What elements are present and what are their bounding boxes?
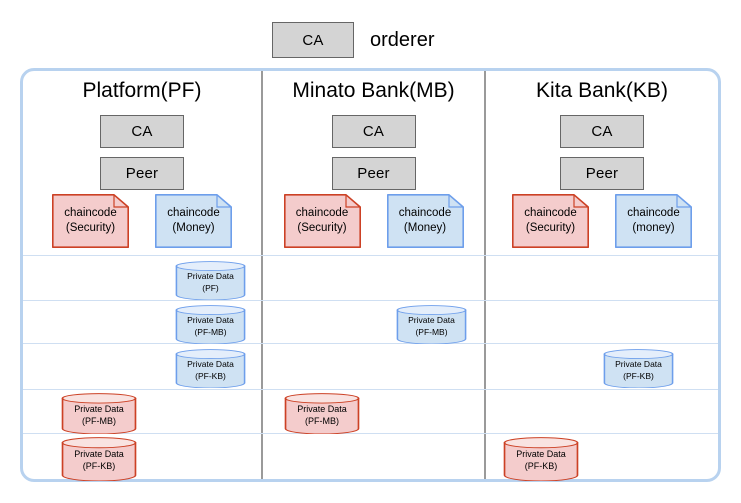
column-header-minato-bank: Minato Bank(MB) [292,79,455,102]
private-data-cylinder-pf-mb-col0[interactable]: Private Data (PF-MB) [175,305,246,344]
column-header-kita-bank: Kita Bank(KB) [536,79,668,102]
private-data-cylinder-pf-mb-col1[interactable]: Private Data (PF-MB) [284,393,360,434]
database-cylinder-icon [284,393,360,434]
database-cylinder-icon [61,437,137,481]
database-cylinder-icon [396,305,467,344]
chaincode-row-platform: chaincode (Security) chaincode (Money) [23,194,261,248]
row-separator-3 [23,343,718,344]
chaincode-note-security-col2[interactable]: chaincode (Security) [512,194,589,248]
row-separator-4 [23,389,718,390]
note-shape-icon [283,194,361,248]
private-data-cylinder-pf-col0[interactable]: Private Data (PF) [175,261,246,300]
database-cylinder-icon [175,349,246,388]
private-data-cylinder-pf-mb-col1[interactable]: Private Data (PF-MB) [396,305,467,344]
ca-box-platform[interactable]: CA [100,115,184,148]
peer-box-platform[interactable]: Peer [100,157,184,190]
database-cylinder-icon [175,305,246,344]
note-shape-icon [615,194,692,248]
orderer-row: CA orderer [272,22,434,58]
peer-box-minato-bank[interactable]: Peer [331,157,416,190]
chaincode-note-money-col2[interactable]: chaincode (money) [615,194,692,248]
peer-box-kita-bank[interactable]: Peer [560,157,644,190]
note-shape-icon [155,194,232,248]
chaincode-note-security-col0[interactable]: chaincode (Security) [52,194,129,248]
private-data-cylinder-pf-kb-col0[interactable]: Private Data (PF-KB) [175,349,246,388]
column-header-platform: Platform(PF) [82,79,202,102]
chaincode-note-security-col1[interactable]: chaincode (Security) [283,194,361,248]
row-separator-1 [23,255,718,256]
private-data-cylinder-pf-kb-col0[interactable]: Private Data (PF-KB) [61,437,137,481]
note-shape-icon [386,194,464,248]
ca-box-kita-bank[interactable]: CA [560,115,644,148]
chaincode-row-minato-bank: chaincode (Security) chaincode (Money) [263,194,484,248]
node-stack-minato-bank: CA Peer [263,115,484,190]
orderer-label: orderer [370,28,435,51]
chaincode-note-money-col0[interactable]: chaincode (Money) [155,194,232,248]
chaincode-row-kita-bank: chaincode (Security) chaincode (money) [486,194,718,248]
ca-box-minato-bank[interactable]: CA [331,115,416,148]
database-cylinder-icon [503,437,579,481]
private-data-cylinder-pf-kb-col2[interactable]: Private Data (PF-KB) [503,437,579,481]
chaincode-note-money-col1[interactable]: chaincode (Money) [386,194,464,248]
database-cylinder-icon [175,261,246,300]
node-stack-platform: CA Peer [23,115,261,190]
note-shape-icon [512,194,589,248]
organizations-panel: Platform(PF) Minato Bank(MB) Kita Bank(K… [20,68,721,482]
row-separator-2 [23,300,718,301]
database-cylinder-icon [603,349,674,388]
private-data-cylinder-pf-mb-col0[interactable]: Private Data (PF-MB) [61,393,137,434]
private-data-cylinder-pf-kb-col2[interactable]: Private Data (PF-KB) [603,349,674,388]
note-shape-icon [52,194,129,248]
node-stack-kita-bank: CA Peer [486,115,718,190]
orderer-ca-box[interactable]: CA [272,22,354,58]
database-cylinder-icon [61,393,137,434]
